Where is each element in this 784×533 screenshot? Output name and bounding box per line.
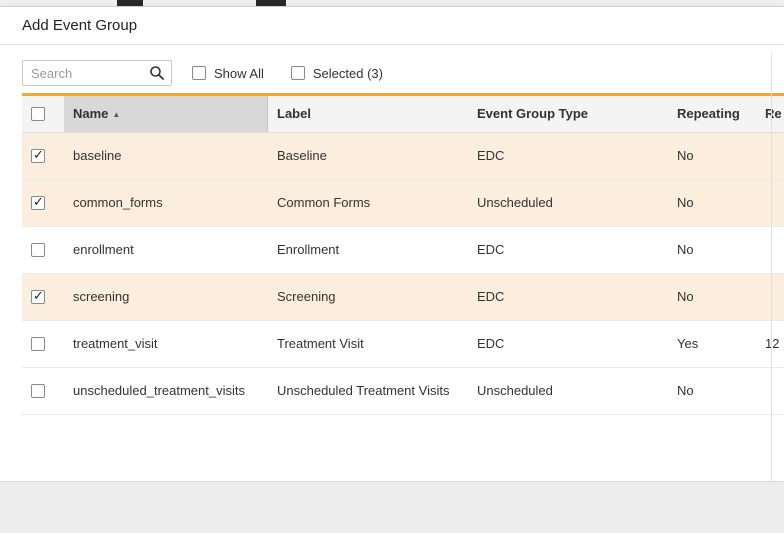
row-repeating: No (668, 180, 756, 226)
row-name: unscheduled_treatment_visits (64, 368, 268, 414)
table-row[interactable]: baseline Baseline EDC No (22, 133, 784, 180)
select-all-checkbox[interactable] (31, 107, 45, 121)
row-checkbox[interactable] (31, 149, 45, 163)
row-label: Common Forms (268, 180, 468, 226)
row-checkbox[interactable] (31, 384, 45, 398)
row-name: enrollment (64, 227, 268, 273)
row-type: Unscheduled (468, 180, 668, 226)
row-repeat-max (756, 180, 784, 226)
row-repeating: No (668, 368, 756, 414)
selected-label: Selected (3) (313, 66, 383, 81)
table-row[interactable]: enrollment Enrollment EDC No (22, 227, 784, 274)
row-name: baseline (64, 133, 268, 179)
row-repeat-max (756, 227, 784, 273)
selected-filter: Selected (3) (291, 66, 383, 81)
row-label: Unscheduled Treatment Visits (268, 368, 468, 414)
show-all-label: Show All (214, 66, 264, 81)
row-repeat-max (756, 368, 784, 414)
row-repeating: No (668, 227, 756, 273)
row-type: EDC (468, 227, 668, 273)
row-name: screening (64, 274, 268, 320)
table-row[interactable]: unscheduled_treatment_visits Unscheduled… (22, 368, 784, 415)
row-repeating: No (668, 133, 756, 179)
search-icon[interactable] (149, 65, 165, 81)
row-type: Unscheduled (468, 368, 668, 414)
table-row[interactable]: common_forms Common Forms Unscheduled No (22, 180, 784, 227)
row-repeat-max: 12 (756, 321, 784, 367)
modal-footer (0, 481, 784, 533)
column-header-event-group-type[interactable]: Event Group Type (468, 96, 668, 132)
scroll-edge-divider (771, 53, 772, 482)
row-repeating: No (668, 274, 756, 320)
row-type: EDC (468, 274, 668, 320)
table-row[interactable]: treatment_visit Treatment Visit EDC Yes … (22, 321, 784, 368)
show-all-checkbox[interactable] (192, 66, 206, 80)
column-header-repeat-max[interactable]: Re (756, 96, 784, 132)
column-header-repeating[interactable]: Repeating (668, 96, 756, 132)
search-box (22, 60, 172, 86)
row-type: EDC (468, 321, 668, 367)
row-checkbox[interactable] (31, 290, 45, 304)
row-label: Treatment Visit (268, 321, 468, 367)
modal-header: Add Event Group (0, 7, 784, 45)
row-label: Baseline (268, 133, 468, 179)
row-checkbox[interactable] (31, 337, 45, 351)
toolbar: Show All Selected (3) (22, 59, 784, 87)
row-label: Enrollment (268, 227, 468, 273)
modal-title: Add Event Group (22, 17, 137, 34)
row-repeating: Yes (668, 321, 756, 367)
row-name: common_forms (64, 180, 268, 226)
table-row[interactable]: screening Screening EDC No (22, 274, 784, 321)
column-header-label[interactable]: Label (268, 96, 468, 132)
row-name: treatment_visit (64, 321, 268, 367)
row-type: EDC (468, 133, 668, 179)
header-checkbox-cell (22, 96, 64, 132)
row-checkbox[interactable] (31, 243, 45, 257)
sort-ascending-icon: ▲ (112, 110, 120, 119)
row-repeat-max (756, 133, 784, 179)
show-all-filter: Show All (192, 66, 264, 81)
table-header-row: Name▲ Label Event Group Type Repeating R… (22, 96, 784, 133)
selected-checkbox[interactable] (291, 66, 305, 80)
row-label: Screening (268, 274, 468, 320)
event-group-table: Name▲ Label Event Group Type Repeating R… (22, 93, 784, 415)
row-checkbox[interactable] (31, 196, 45, 210)
add-event-group-modal: Add Event Group Show All Selected (3) (0, 6, 784, 533)
column-header-name[interactable]: Name▲ (64, 96, 268, 132)
row-repeat-max (756, 274, 784, 320)
